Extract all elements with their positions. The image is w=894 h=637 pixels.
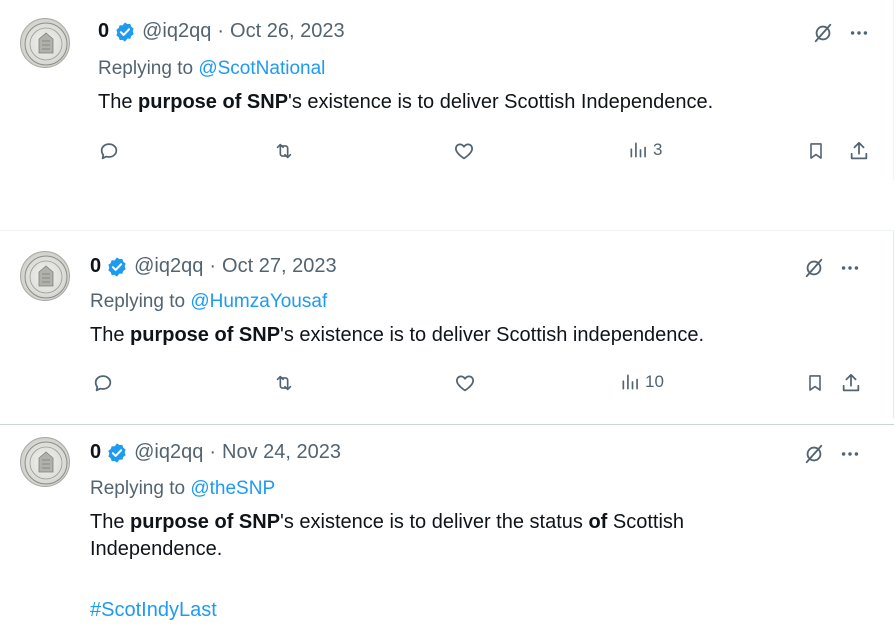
tweet-header: 0 @iq2qq · Nov 24, 2023 [90, 441, 341, 464]
replying-prefix: Replying to [90, 478, 191, 499]
like-icon [456, 375, 474, 392]
text-segment: The [90, 324, 131, 346]
bookmark-icon [809, 375, 821, 391]
seal-avatar-image [24, 255, 68, 299]
replying-prefix: Replying to [90, 291, 191, 312]
more-icon[interactable] [839, 257, 861, 279]
hashtag-link[interactable]: #ScotIndyLast [90, 599, 217, 622]
bold-text-segment: purpose of SNP [138, 91, 289, 113]
reply-mention-link[interactable]: @ScotNational [198, 58, 325, 79]
bold-text-segment: purpose of SNP [130, 511, 281, 533]
text-segment: The [98, 91, 139, 113]
tweet-text-line: The purpose of SNP's existence is to del… [90, 509, 870, 536]
grok-icon[interactable] [803, 257, 825, 279]
share-icon [850, 141, 868, 160]
tweet-card[interactable]: 0 @iq2qq · Nov 24, 2023 Replying to @the… [0, 424, 894, 637]
replying-to: Replying to @HumzaYousaf [90, 291, 327, 313]
views-button[interactable]: 3 [628, 140, 662, 160]
like-button[interactable] [454, 372, 476, 394]
reply-icon [94, 375, 112, 392]
retweet-icon [276, 143, 292, 159]
tweet-actions: 10 [90, 372, 865, 398]
bold-text-segment: of [588, 511, 608, 533]
views-icon [622, 374, 638, 390]
tweet-top-actions [803, 443, 861, 465]
like-icon [455, 143, 473, 160]
bookmark-button[interactable] [806, 140, 826, 162]
tweet-top-actions [812, 22, 870, 44]
share-button[interactable] [848, 140, 870, 162]
avatar[interactable] [20, 18, 70, 68]
retweet-button[interactable] [272, 372, 296, 394]
more-icon[interactable] [848, 22, 870, 44]
retweet-button[interactable] [272, 140, 296, 162]
tweet-text: The purpose of SNP's existence is to del… [90, 509, 870, 563]
tweet-text-line: Independence. [90, 538, 223, 560]
seal-avatar-image [24, 22, 68, 66]
tweet-date[interactable]: Nov 24, 2023 [222, 441, 341, 464]
share-button[interactable] [840, 372, 862, 394]
separator-dot: · [217, 20, 225, 42]
grok-icon[interactable] [812, 22, 834, 44]
author-handle[interactable]: @iq2qq [134, 441, 203, 464]
reply-mention-link[interactable]: @theSNP [190, 478, 275, 499]
seal-avatar-image [24, 441, 68, 485]
replying-to: Replying to @theSNP [90, 478, 275, 500]
author-handle[interactable]: @iq2qq [134, 255, 203, 278]
separator-dot: · [209, 255, 217, 277]
reply-icon [100, 143, 118, 160]
tweet-date[interactable]: Oct 27, 2023 [222, 255, 337, 278]
tweet-actions: 3 [98, 140, 868, 166]
tweet-card[interactable]: 0 @iq2qq · Oct 27, 2023 Replying to @Hum… [0, 230, 894, 418]
text-segment: Scottish [607, 511, 685, 533]
tweet-header: 0 @iq2qq · Oct 26, 2023 [98, 20, 345, 43]
text-segment: 's existence is to deliver Scottish inde… [280, 324, 705, 346]
bold-text-segment: purpose of SNP [130, 324, 281, 346]
verified-badge-icon [106, 256, 128, 278]
reply-button[interactable] [92, 372, 114, 394]
author-name[interactable]: 0 [90, 255, 101, 278]
retweet-icon [276, 375, 292, 391]
reply-button[interactable] [98, 140, 120, 162]
verified-badge-icon [114, 21, 136, 43]
avatar[interactable] [20, 251, 70, 301]
views-count: 3 [653, 140, 663, 159]
text-segment: 's existence is to deliver the status [280, 511, 589, 533]
bookmark-button[interactable] [805, 372, 825, 394]
like-button[interactable] [453, 140, 475, 162]
views-icon [630, 142, 646, 158]
author-name[interactable]: 0 [90, 441, 101, 464]
share-icon [842, 373, 860, 392]
avatar[interactable] [20, 437, 70, 487]
tweet-card[interactable]: 0 @iq2qq · Oct 26, 2023 Replying to @Sco… [0, 0, 894, 180]
text-segment: The [90, 511, 131, 533]
more-icon[interactable] [839, 443, 861, 465]
replying-to: Replying to @ScotNational [98, 58, 325, 80]
tweet-header: 0 @iq2qq · Oct 27, 2023 [90, 255, 337, 278]
author-handle[interactable]: @iq2qq [142, 20, 211, 43]
bookmark-icon [810, 143, 822, 159]
separator-dot: · [209, 441, 217, 463]
verified-badge-icon [106, 442, 128, 464]
author-name[interactable]: 0 [98, 20, 109, 43]
views-count: 10 [645, 372, 664, 391]
tweet-date[interactable]: Oct 26, 2023 [230, 20, 345, 43]
tweet-top-actions [803, 257, 861, 279]
tweet-text: The purpose of SNP's existence is to del… [90, 322, 860, 349]
views-button[interactable]: 10 [620, 372, 664, 392]
tweet-text: The purpose of SNP's existence is to del… [98, 89, 858, 116]
grok-icon[interactable] [803, 443, 825, 465]
reply-mention-link[interactable]: @HumzaYousaf [190, 291, 327, 312]
replying-prefix: Replying to [98, 58, 199, 79]
text-segment: 's existence is to deliver Scottish Inde… [288, 91, 714, 113]
